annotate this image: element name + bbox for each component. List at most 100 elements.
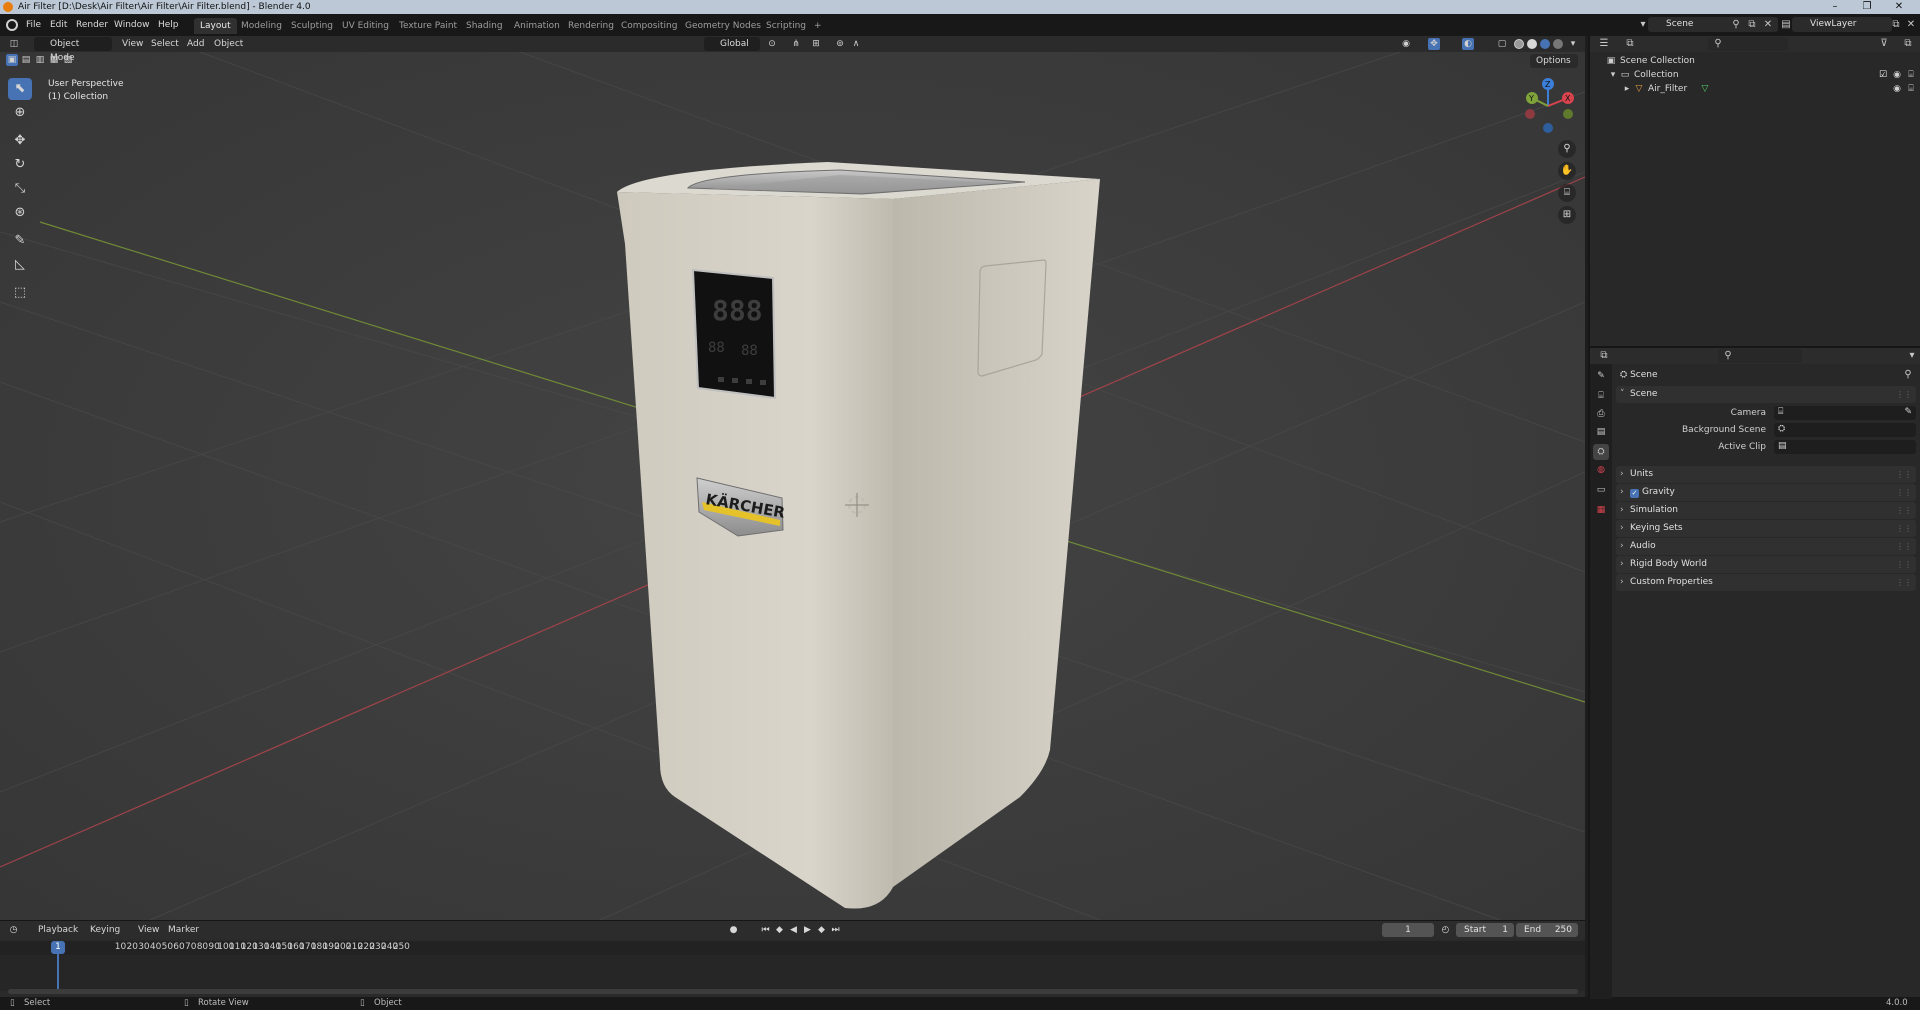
select-tool-icon[interactable]: ⬉ <box>8 78 32 100</box>
expand-arrow-icon[interactable]: ▾ <box>1608 70 1618 80</box>
proportional-edit-icon[interactable]: ⊚ <box>834 38 846 50</box>
exclude-checkbox-icon[interactable]: ☑ <box>1878 70 1888 80</box>
new-collection-icon[interactable]: ⧉ <box>1902 38 1914 50</box>
rigid-body-world-panel-header[interactable]: › Rigid Body World ⋮⋮ <box>1616 556 1916 573</box>
camera-render-icon[interactable]: ⌸ <box>1906 84 1916 94</box>
timeline-scrollbar[interactable] <box>8 989 1578 994</box>
tab-rendering[interactable]: Rendering <box>562 18 620 34</box>
new-scene-icon[interactable]: ⧉ <box>1746 19 1758 31</box>
gravity-checkbox[interactable]: ✓ <box>1630 489 1639 498</box>
panel-grip-icon[interactable]: ⋮⋮ <box>1896 466 1912 483</box>
xray-icon[interactable]: ▢ <box>1496 38 1508 50</box>
current-frame-field[interactable]: 1 <box>1382 923 1434 937</box>
select-box-new-icon[interactable]: ▣ <box>6 54 18 66</box>
falloff-icon[interactable]: ∧ <box>850 38 862 50</box>
measure-tool-icon[interactable]: ◺ <box>8 254 32 276</box>
custom-properties-panel-header[interactable]: › Custom Properties ⋮⋮ <box>1616 574 1916 591</box>
panel-grip-icon[interactable]: ⋮⋮ <box>1896 484 1912 501</box>
eyedropper-icon[interactable]: ✎ <box>1904 407 1912 417</box>
simulation-panel-header[interactable]: › Simulation ⋮⋮ <box>1616 502 1916 519</box>
units-panel-header[interactable]: › Units ⋮⋮ <box>1616 466 1916 483</box>
panel-grip-icon[interactable]: ⋮⋮ <box>1896 574 1912 591</box>
world-tab-icon[interactable]: ◍ <box>1593 462 1609 478</box>
panel-grip-icon[interactable]: ⋮⋮ <box>1896 538 1912 555</box>
texture-tab-icon[interactable]: ▦ <box>1593 502 1609 518</box>
menu-render[interactable]: Render <box>76 18 108 32</box>
tab-sculpting[interactable]: Sculpting <box>285 18 339 34</box>
expand-arrow-icon[interactable]: ▸ <box>1622 84 1632 94</box>
timeline-menu-playback[interactable]: Playback <box>38 923 78 937</box>
snap-target-icon[interactable]: ⊞ <box>810 38 822 50</box>
timeline-menu-marker[interactable]: Marker <box>168 923 199 937</box>
menu-help[interactable]: Help <box>158 18 179 32</box>
add-workspace-button[interactable]: + <box>808 18 828 34</box>
mode-selector[interactable]: Object Mode <box>34 37 112 63</box>
select-box-invert-icon[interactable]: ▦ <box>48 54 60 66</box>
record-icon[interactable]: ● <box>728 924 739 936</box>
audio-panel-header[interactable]: › Audio ⋮⋮ <box>1616 538 1916 555</box>
navigation-gizmo[interactable]: Z X Y <box>1518 76 1578 136</box>
playhead-frame-indicator[interactable]: 1 <box>51 941 65 954</box>
background-scene-field[interactable]: ⛭ <box>1774 423 1916 437</box>
panel-grip-icon[interactable]: ⋮⋮ <box>1896 520 1912 537</box>
keying-sets-panel-header[interactable]: › Keying Sets ⋮⋮ <box>1616 520 1916 537</box>
new-viewlayer-icon[interactable]: ⧉ <box>1890 19 1902 31</box>
zoom-icon[interactable]: ⚲ <box>1558 140 1576 158</box>
tab-modeling[interactable]: Modeling <box>235 18 288 34</box>
pivot-icon[interactable]: ⊙ <box>766 38 778 50</box>
close-button[interactable]: ✕ <box>1884 0 1914 14</box>
gravity-panel-header[interactable]: › ✓ Gravity ⋮⋮ <box>1616 484 1916 501</box>
select-box-subtract-icon[interactable]: ▥ <box>34 54 46 66</box>
viewlayer-selector[interactable]: ViewLayer <box>1792 17 1892 32</box>
transform-orientation[interactable]: Global <box>704 37 760 51</box>
menu-edit[interactable]: Edit <box>50 18 67 32</box>
properties-editor-type-icon[interactable]: ⧉ <box>1598 350 1610 362</box>
delete-viewlayer-icon[interactable]: ✕ <box>1905 19 1917 31</box>
collection-tab-icon[interactable]: ▭ <box>1593 482 1609 498</box>
viewlayer-icon[interactable]: ▤ <box>1780 19 1792 31</box>
visibility-icon[interactable]: ◉ <box>1400 38 1412 50</box>
cursor-tool-icon[interactable]: ⊕ <box>8 102 32 124</box>
transform-tool-icon[interactable]: ⊛ <box>8 202 32 224</box>
properties-options-icon[interactable]: ▾ <box>1906 350 1918 362</box>
tab-scripting[interactable]: Scripting <box>760 18 812 34</box>
scene-tab-icon[interactable]: ⛭ <box>1593 444 1609 460</box>
next-keyframe-icon[interactable]: ◆ <box>816 924 827 936</box>
scene-selector[interactable]: Scene <box>1648 17 1778 32</box>
timeline-ruler[interactable]: 10 20 30 40 50 60 70 80 90 100 110 120 130 140 150 160 1… <box>0 941 1585 955</box>
snap-icon[interactable]: ⋔ <box>790 38 802 50</box>
timeline-track-area[interactable] <box>0 955 1585 991</box>
delete-scene-icon[interactable]: ✕ <box>1762 19 1774 31</box>
minimize-button[interactable]: – <box>1820 0 1850 14</box>
jump-start-icon[interactable]: ⏮ <box>760 924 771 936</box>
active-clip-field[interactable]: ▤ <box>1774 440 1916 454</box>
prev-keyframe-icon[interactable]: ◆ <box>774 924 785 936</box>
tab-texture-paint[interactable]: Texture Paint <box>393 18 463 34</box>
view-layer-tab-icon[interactable]: ▤ <box>1593 424 1609 440</box>
outliner-row-air-filter[interactable]: ▸ ▽ Air_Filter ▽ ◉ ⌸ <box>1590 82 1920 96</box>
maximize-button[interactable]: ❐ <box>1852 0 1882 14</box>
viewport-menu-add[interactable]: Add <box>187 37 204 51</box>
playhead-line[interactable] <box>57 954 59 992</box>
play-reverse-icon[interactable]: ◀ <box>788 924 799 936</box>
pin-properties-icon[interactable]: ⚲ <box>1902 369 1914 381</box>
tab-compositing[interactable]: Compositing <box>615 18 683 34</box>
overlay-toggle-icon[interactable]: ◐ <box>1462 38 1474 50</box>
panel-grip-icon[interactable]: ⋮⋮ <box>1896 386 1912 403</box>
move-tool-icon[interactable]: ✥ <box>8 130 32 152</box>
eye-icon[interactable]: ◉ <box>1892 84 1902 94</box>
outliner-row-scene-collection[interactable]: ▣ Scene Collection <box>1590 54 1920 68</box>
gizmo-toggle-icon[interactable]: ✥ <box>1428 38 1440 50</box>
start-frame-field[interactable]: Start 1 <box>1456 923 1514 937</box>
rotate-tool-icon[interactable]: ↻ <box>8 154 32 176</box>
3d-viewport[interactable]: 888 88 88 KÄRCHER ◫ Object Mode View Sel… <box>0 36 1585 920</box>
play-icon[interactable]: ▶ <box>802 924 813 936</box>
menu-file[interactable]: File <box>26 18 41 32</box>
camera-view-icon[interactable]: ⌸ <box>1558 184 1576 202</box>
pan-hand-icon[interactable]: ✋ <box>1558 162 1576 180</box>
eye-icon[interactable]: ◉ <box>1892 70 1902 80</box>
outliner-row-collection[interactable]: ▾ ▭ Collection ☑ ◉ ⌸ <box>1590 68 1920 82</box>
shading-options-icon[interactable]: ▾ <box>1567 38 1579 50</box>
tab-animation[interactable]: Animation <box>508 18 566 34</box>
editor-type-icon[interactable]: ◫ <box>8 38 20 50</box>
